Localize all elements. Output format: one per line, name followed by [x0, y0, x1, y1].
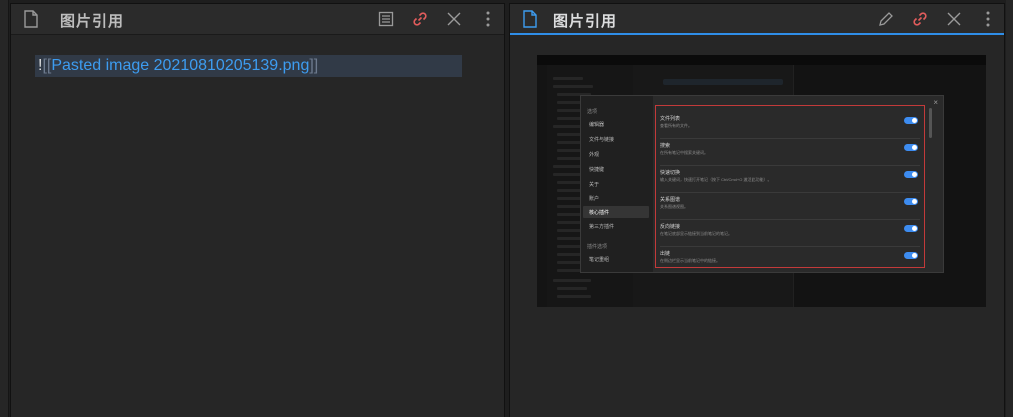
- plugin-desc: 在所有笔记中搜索关键词。: [660, 150, 708, 155]
- settings-sidebar: 选项 编辑器 文件与链接 外观 快捷键 关于 账户 核心插件 第三方插件 插件选…: [581, 96, 653, 272]
- modal-close-icon: ×: [933, 98, 938, 107]
- link-icon[interactable]: [910, 9, 930, 29]
- toggle-icon: [904, 225, 918, 232]
- pane-header: 图片引用: [510, 4, 1004, 35]
- pane-actions: [862, 9, 998, 29]
- highlight-box: 文件列表 查看所有的文件。 搜索 在所有笔记中搜索关键词。 快速切换 输入关键词…: [655, 105, 925, 268]
- plugin-row: 快速切换 输入关键词，快速打开笔记（按下 Ctrl/Cmd+O 激活此功能）。: [660, 164, 920, 193]
- plugin-row: 反向链接 在笔记底部显示链接到当前笔记的笔记。: [660, 218, 920, 247]
- plugin-title: 搜索: [660, 143, 671, 149]
- edit-icon[interactable]: [876, 9, 896, 29]
- plugin-title: 快速切换: [660, 170, 681, 176]
- toggle-icon: [904, 171, 918, 178]
- pane-title: 图片引用: [60, 13, 125, 30]
- pane-title: 图片引用: [553, 13, 618, 30]
- embed-link-text[interactable]: Pasted image 20210810205139.png: [51, 57, 309, 74]
- plugin-desc: 在笔记底部显示链接到当前笔记的笔记。: [660, 231, 732, 236]
- more-options-icon[interactable]: [478, 9, 498, 29]
- embedded-image: 选项 编辑器 文件与链接 外观 快捷键 关于 账户 核心插件 第三方插件 插件选…: [537, 55, 986, 307]
- settings-item: 账户: [589, 196, 600, 202]
- plugin-row: 搜索 在所有笔记中搜索关键词。: [660, 137, 920, 166]
- plugin-row: 文件列表 查看所有的文件。: [660, 110, 920, 139]
- settings-item: 第三方插件: [589, 224, 615, 230]
- left-edge-panel: [0, 0, 9, 417]
- reading-view-icon[interactable]: [376, 9, 396, 29]
- plugin-title: 反向链接: [660, 224, 681, 230]
- settings-section-title: 插件选项: [587, 244, 608, 250]
- editor-pane-preview: 图片引用 选项 编辑器 文件与链接 外观 快捷键 关于 账户 核心插件 第三方插…: [509, 3, 1005, 417]
- plugin-title: 出链: [660, 251, 671, 257]
- file-icon: [23, 10, 39, 33]
- image-embed-line[interactable]: ![[Pasted image 20210810205139.png]]: [35, 55, 462, 77]
- more-options-icon[interactable]: [978, 9, 998, 29]
- toggle-icon: [904, 252, 918, 259]
- pane-header: 图片引用: [11, 4, 504, 35]
- plugin-row: 关系图谱 关系图谱视图。: [660, 191, 920, 220]
- plugin-row: 出链 在侧边栏显示当前笔记中的链接。: [660, 245, 920, 273]
- close-icon[interactable]: [944, 9, 964, 29]
- plugin-title: 关系图谱: [660, 197, 681, 203]
- toggle-icon: [904, 117, 918, 124]
- open-brackets: [[: [42, 57, 52, 74]
- settings-item-active: 核心插件: [589, 210, 610, 216]
- close-icon[interactable]: [444, 9, 464, 29]
- pane-actions: [362, 9, 498, 29]
- embedded-settings-modal: 选项 编辑器 文件与链接 外观 快捷键 关于 账户 核心插件 第三方插件 插件选…: [580, 95, 944, 273]
- plugin-desc: 查看所有的文件。: [660, 123, 692, 128]
- settings-item: 关于: [589, 182, 600, 188]
- settings-item: 笔记重组: [589, 257, 610, 263]
- plugin-title: 文件列表: [660, 116, 681, 122]
- settings-item: 外观: [589, 152, 600, 158]
- settings-item: 文件与链接: [589, 137, 615, 143]
- plugin-desc: 输入关键词，快速打开笔记（按下 Ctrl/Cmd+O 激活此功能）。: [660, 177, 772, 182]
- editor-pane-source: 图片引用 ![[Pasted image 20210810205139.png]…: [10, 3, 505, 417]
- plugin-desc: 关系图谱视图。: [660, 204, 688, 209]
- right-edge-panel: [1006, 0, 1013, 417]
- file-icon: [522, 10, 538, 33]
- settings-item: 快捷键: [589, 167, 605, 173]
- link-icon[interactable]: [410, 9, 430, 29]
- plugin-desc: 在侧边栏显示当前笔记中的链接。: [660, 258, 720, 263]
- settings-item: 编辑器: [589, 122, 605, 128]
- modal-scrollbar: [929, 108, 932, 138]
- toggle-icon: [904, 198, 918, 205]
- settings-section-title: 选项: [587, 109, 598, 115]
- toggle-icon: [904, 144, 918, 151]
- close-brackets: ]]: [309, 57, 319, 74]
